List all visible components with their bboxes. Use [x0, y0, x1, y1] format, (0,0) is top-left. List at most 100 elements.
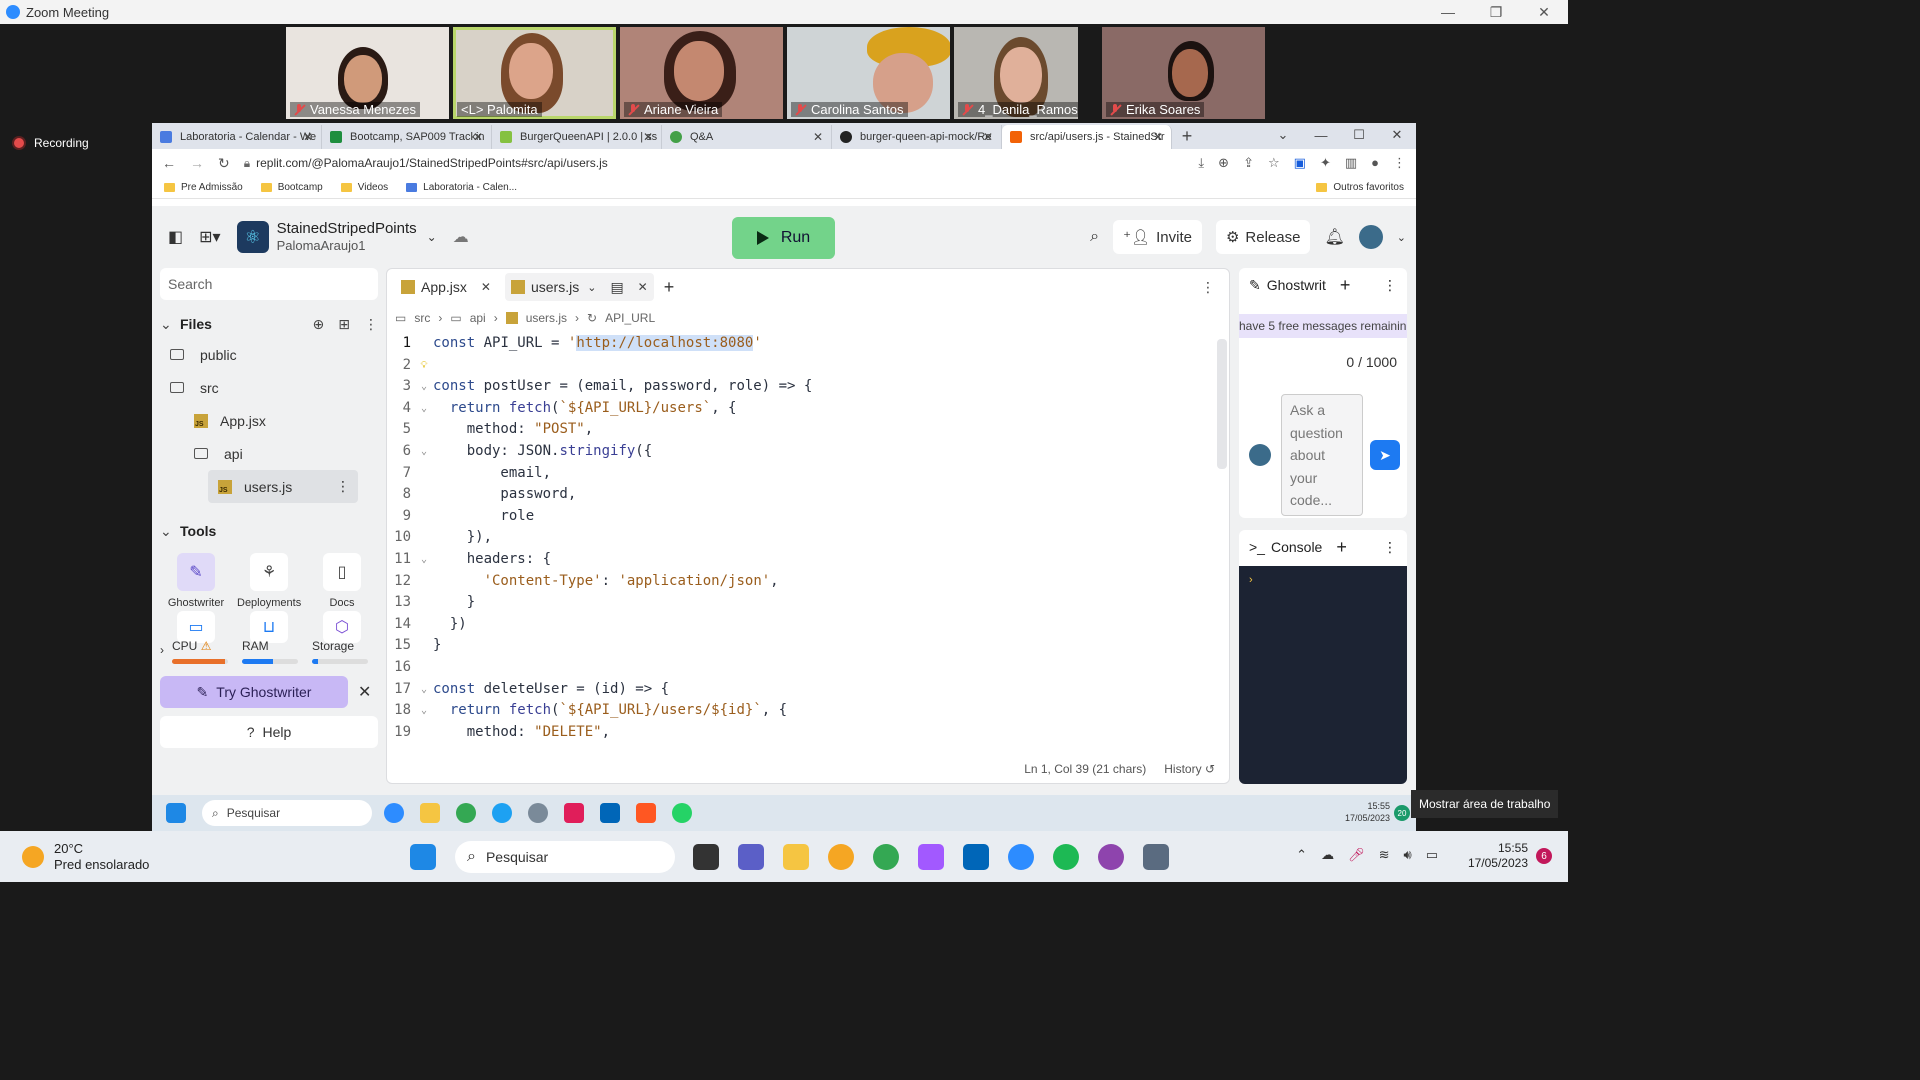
star-icon[interactable]: ☆ [1268, 155, 1280, 171]
code-line[interactable]: 12 'Content-Type': 'application/json', [387, 571, 1229, 593]
extensions-icon[interactable]: ✦ [1320, 155, 1331, 171]
browser-tab[interactable]: burger-queen-api-mock/Re ✕ [832, 125, 1002, 149]
bookmark-item[interactable]: Pre Admissão [164, 182, 243, 193]
onedrive-icon[interactable]: ☁ [1321, 847, 1334, 863]
run-button[interactable]: Run [732, 217, 835, 259]
new-tab-button[interactable]: + [1172, 125, 1202, 149]
bookmark-item[interactable]: Laboratoria - Calen... [406, 182, 517, 193]
react-logo-icon[interactable]: ⚛ [236, 221, 269, 253]
recording-indicator[interactable]: Recording [14, 136, 89, 150]
new-file-icon[interactable]: ⊕ [313, 316, 325, 333]
help-button[interactable]: ? Help [160, 716, 378, 748]
code-line[interactable]: 17 ⌄ const deleteUser = (id) => { [387, 679, 1229, 701]
url-input[interactable]: replit.com/@PalomaAraujo1/StainedStriped… [256, 156, 1198, 170]
chrome-icon[interactable] [873, 844, 899, 870]
zoom-app-icon[interactable] [1008, 844, 1034, 870]
profile-icon[interactable]: ● [1371, 155, 1379, 171]
code-line[interactable]: 14 }) [387, 614, 1229, 636]
windows-start-icon[interactable] [166, 803, 186, 823]
sidepanel-icon[interactable]: ▥ [1345, 155, 1357, 171]
remote-clock[interactable]: 15:55 17/05/2023 [1345, 800, 1390, 824]
app-icon[interactable] [636, 803, 656, 823]
whatsapp-icon[interactable] [672, 803, 692, 823]
invite-button[interactable]: ⁺👤︎ Invite [1113, 220, 1202, 254]
battery-icon[interactable]: ▭ [1426, 847, 1438, 863]
fold-chevron-icon[interactable]: ⌄ [415, 700, 433, 722]
code-line[interactable]: 6 ⌄ body: JSON.stringify({ [387, 441, 1229, 463]
participant-tile[interactable]: Carolina Santos [787, 27, 950, 119]
os-search-box[interactable]: ⌕ Pesquisar [455, 841, 675, 873]
repl-info[interactable]: StainedStripedPoints PalomaAraujo1 [277, 220, 417, 254]
weather-widget[interactable]: 20°C Pred ensolarado [22, 841, 149, 873]
vscode-icon[interactable] [963, 844, 989, 870]
code-line[interactable]: 11 ⌄ headers: { [387, 549, 1229, 571]
menu-icon[interactable]: ⋮ [1393, 155, 1406, 171]
code-line[interactable]: 3 ⌄ const postUser = (email, password, rol… [387, 376, 1229, 398]
code-line[interactable]: 19 method: "DELETE", [387, 722, 1229, 744]
close-tab-icon[interactable]: ✕ [481, 280, 491, 294]
bitwarden-icon[interactable]: ▣ [1294, 155, 1306, 171]
chevron-up-icon[interactable]: ⌃ [1296, 847, 1307, 863]
code-line[interactable]: 5 method: "POST", [387, 419, 1229, 441]
close-tab-icon[interactable]: ✕ [813, 130, 823, 144]
github-desktop-icon[interactable] [1098, 844, 1124, 870]
teams-icon[interactable] [738, 844, 764, 870]
close-tab-icon[interactable]: ✕ [1153, 130, 1163, 144]
fold-chevron-icon[interactable]: ⌄ [415, 398, 433, 420]
install-icon[interactable]: ⤓ [1198, 155, 1204, 171]
code-line[interactable]: 13 } [387, 592, 1229, 614]
other-bookmarks[interactable]: Outros favoritos [1316, 182, 1404, 193]
zoom-app-icon[interactable] [384, 803, 404, 823]
more-icon[interactable]: ⋮ [1383, 539, 1397, 556]
layout-icon[interactable]: ⊞▾ [199, 227, 220, 247]
reload-icon[interactable]: ↻ [218, 155, 230, 172]
os-clock[interactable]: 15:55 17/05/2023 [1468, 841, 1528, 871]
editor-tab-active[interactable]: users.js ⌄ ▤ ✕ [504, 273, 654, 301]
close-tab-icon[interactable]: ✕ [473, 130, 483, 144]
editor-tab[interactable]: App.jsx ✕ [395, 273, 497, 301]
bell-icon[interactable]: 🔔︎ [1324, 227, 1344, 247]
console-output[interactable]: › [1239, 566, 1407, 784]
mic-icon[interactable]: 🎤︎ [1348, 847, 1365, 863]
forward-icon[interactable]: → [190, 155, 204, 171]
calculator-icon[interactable] [1143, 844, 1169, 870]
more-icon[interactable]: ⋮ [336, 478, 350, 495]
fold-chevron-icon[interactable]: ⌄ [415, 441, 433, 463]
split-icon[interactable]: ▤ [610, 279, 623, 296]
release-button[interactable]: ⚙ Release [1215, 220, 1311, 254]
minimize-button[interactable]: — [1424, 0, 1472, 24]
close-tab-icon[interactable]: ✕ [303, 130, 313, 144]
file-tree-folder[interactable]: api [160, 437, 378, 470]
new-folder-icon[interactable]: ⊞ [338, 316, 350, 333]
participant-tile-active[interactable]: <L> Palomita [453, 27, 616, 119]
code-area[interactable]: 1 const API_URL = 'http://localhost:8080'… [387, 331, 1229, 743]
add-tab-icon[interactable]: + [664, 277, 675, 298]
tool-docs[interactable]: ▯ Docs [310, 553, 374, 609]
share-icon[interactable]: ⇪ [1243, 155, 1254, 171]
tab-search-icon[interactable]: ⌄ [1264, 123, 1302, 147]
explorer-icon[interactable] [783, 844, 809, 870]
participant-tile[interactable]: Ariane Vieira [620, 27, 783, 119]
browser-tab[interactable]: Bootcamp, SAP009 Trackin ✕ [322, 125, 492, 149]
participant-tile[interactable]: 4_Danila_Ramos [954, 27, 1078, 119]
file-tree-folder[interactable]: src [160, 371, 378, 404]
slack-icon[interactable] [564, 803, 584, 823]
tool-deployments[interactable]: ⚘ Deployments [237, 553, 301, 609]
avatar[interactable] [1358, 225, 1383, 249]
code-line[interactable]: 8 password, [387, 484, 1229, 506]
explorer-icon[interactable] [420, 803, 440, 823]
search-input[interactable]: Search [160, 268, 378, 300]
bookmark-item[interactable]: Videos [340, 182, 388, 193]
search-icon[interactable]: ⌕ [1090, 228, 1099, 246]
more-icon[interactable]: ⋮ [1201, 279, 1215, 296]
browser-tab[interactable]: Q&A ✕ [662, 125, 832, 149]
minimize-button[interactable]: — [1302, 123, 1340, 147]
chrome-icon[interactable] [456, 803, 476, 823]
browser-tab[interactable]: Laboratoria - Calendar - We ✕ [152, 125, 322, 149]
code-line[interactable]: 10 }), [387, 527, 1229, 549]
chevron-down-icon[interactable]: ⌄ [587, 281, 596, 294]
code-line[interactable]: 7 email, [387, 463, 1229, 485]
file-tree-file-selected[interactable]: JS users.js ⋮ [208, 470, 358, 503]
browser-icon[interactable] [828, 844, 854, 870]
chevron-down-icon[interactable]: ⌄ [1397, 231, 1406, 244]
